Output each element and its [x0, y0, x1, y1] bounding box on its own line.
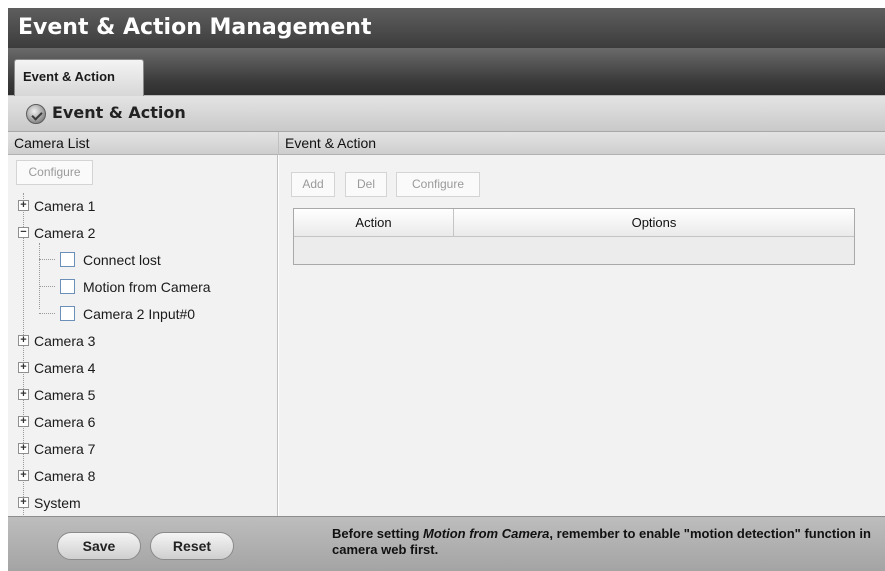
expand-icon[interactable]: +: [18, 443, 29, 454]
tree-item-label: Camera 6: [34, 414, 96, 430]
tree-connector: [39, 259, 55, 260]
note-text-emphasis: Motion from Camera: [423, 526, 550, 541]
tree-connector: [39, 313, 55, 314]
tree-child-label: Motion from Camera: [83, 279, 211, 295]
expand-icon[interactable]: +: [18, 362, 29, 373]
tab-bar: Event & Action: [8, 48, 885, 97]
expand-icon[interactable]: +: [18, 335, 29, 346]
expand-icon[interactable]: +: [18, 200, 29, 211]
reset-button[interactable]: Reset: [150, 532, 234, 560]
section-title: Event & Action: [52, 103, 186, 122]
gear-check-icon: [26, 104, 46, 124]
tree-item-system[interactable]: + System: [8, 490, 278, 517]
camera-2-input-checkbox[interactable]: [60, 306, 75, 321]
motion-from-camera-checkbox[interactable]: [60, 279, 75, 294]
expand-icon[interactable]: +: [18, 416, 29, 427]
expand-icon[interactable]: +: [18, 470, 29, 481]
note-text-before: Before setting: [332, 526, 424, 541]
tree-item-label: Camera 7: [34, 441, 96, 457]
table-header-row: Action Options: [294, 209, 854, 237]
tree-child-connect-lost[interactable]: Connect lost: [8, 247, 278, 274]
expand-icon[interactable]: +: [18, 497, 29, 508]
tree-item-label: Camera 8: [34, 468, 96, 484]
column-header-options[interactable]: Options: [454, 209, 854, 237]
event-action-header: Event & Action: [279, 132, 885, 155]
app-frame: Event & Action Management Event & Action…: [8, 8, 885, 571]
tree-item-camera-2[interactable]: − Camera 2: [8, 220, 278, 247]
tree-item-label: Camera 4: [34, 360, 96, 376]
tree-item-label: System: [34, 495, 81, 511]
del-button[interactable]: Del: [345, 172, 387, 197]
tree-item-camera-7[interactable]: + Camera 7: [8, 436, 278, 463]
tree-item-camera-3[interactable]: + Camera 3: [8, 328, 278, 355]
tree-item-label: Camera 3: [34, 333, 96, 349]
column-header-action[interactable]: Action: [294, 209, 454, 237]
camera-list-panel: Configure + Camera 1 − Camera 2 Connect …: [8, 155, 278, 533]
tree-child-motion-from-camera[interactable]: Motion from Camera: [8, 274, 278, 301]
camera-list-header: Camera List: [8, 132, 279, 155]
save-button[interactable]: Save: [57, 532, 141, 560]
action-table: Action Options: [293, 208, 855, 265]
tree-child-camera-2-input[interactable]: Camera 2 Input#0: [8, 301, 278, 328]
tree-item-label: Camera 5: [34, 387, 96, 403]
tree-item-camera-4[interactable]: + Camera 4: [8, 355, 278, 382]
tree-connector: [39, 286, 55, 287]
add-button[interactable]: Add: [291, 172, 335, 197]
tree-child-label: Camera 2 Input#0: [83, 306, 196, 322]
tree-child-label: Connect lost: [83, 252, 161, 268]
tab-event-action[interactable]: Event & Action: [14, 59, 144, 97]
footer-bar: Save Reset Before setting Motion from Ca…: [8, 516, 885, 571]
tree-item-label: Camera 1: [34, 198, 96, 214]
tree-item-camera-8[interactable]: + Camera 8: [8, 463, 278, 490]
connect-lost-checkbox[interactable]: [60, 252, 75, 267]
collapse-icon[interactable]: −: [18, 227, 29, 238]
tree-item-camera-1[interactable]: + Camera 1: [8, 193, 278, 220]
tree-item-label: Camera 2: [34, 225, 96, 241]
configure-action-button[interactable]: Configure: [396, 172, 480, 197]
section-header: Event & Action: [8, 96, 885, 132]
motion-detection-note: Before setting Motion from Camera, remem…: [332, 526, 872, 558]
expand-icon[interactable]: +: [18, 389, 29, 400]
event-action-panel: Add Del Configure Action Options: [279, 155, 885, 516]
tree-item-camera-6[interactable]: + Camera 6: [8, 409, 278, 436]
configure-camera-button[interactable]: Configure: [16, 160, 93, 185]
window-title: Event & Action Management: [8, 8, 885, 48]
tree-item-camera-5[interactable]: + Camera 5: [8, 382, 278, 409]
